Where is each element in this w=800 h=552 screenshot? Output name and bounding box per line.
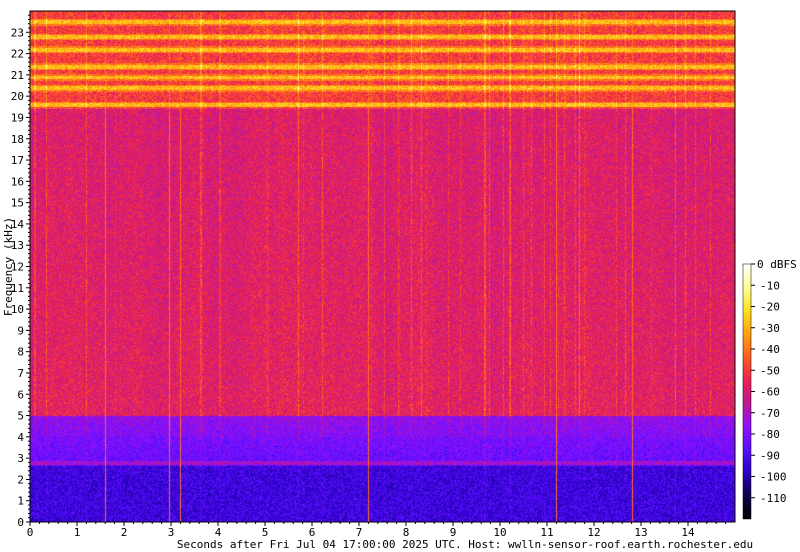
spectrogram-chart: 0 1 2 3 4 5 6 7 8 9 10 11 12 13 14 0123456789101112131… [2, 10, 797, 551]
y-tick-label: 23 [11, 26, 24, 39]
spectrogram-figure: 0 1 2 3 4 5 6 7 8 9 10 11 12 13 14 0 1 2 3 4 5 6 7 8 9 10 11 12 13 1… [0, 0, 800, 552]
colorbar-unit-label: 0 dBFS [757, 258, 797, 271]
x-tick-label: 3 [168, 526, 175, 539]
y-tick-label: 0 [17, 516, 24, 529]
x-axis: 0 1 2 3 4 5 6 7 8 9 10 11 12 13 14 [27, 522, 727, 539]
y-tick-label: 2 [17, 473, 24, 486]
x-tick-label: 2 [121, 526, 128, 539]
y-tick-label: 8 [17, 346, 24, 359]
y-tick-label: 19 [11, 111, 24, 124]
colorbar-tick-label: -10 [760, 279, 780, 292]
y-tick-label: 20 [11, 90, 24, 103]
y-axis-title: Frequency (kHz) [2, 217, 15, 316]
y-tick-label: 18 [11, 133, 24, 146]
colorbar-tick-label: -70 [760, 407, 780, 420]
colorbar-tick-label: -100 [760, 471, 787, 484]
y-tick-label: 7 [17, 367, 24, 380]
spectrogram-image [30, 11, 735, 522]
colorbar-tick-label: -90 [760, 449, 780, 462]
colorbar-gradient [743, 264, 751, 519]
colorbar-tick-label: -30 [760, 322, 780, 335]
x-tick-label: 0 [27, 526, 34, 539]
plot-area [29, 10, 736, 523]
y-tick-label: 6 [17, 388, 24, 401]
colorbar-tick-label: -80 [760, 428, 780, 441]
y-tick-label: 16 [11, 175, 24, 188]
colorbar-tick-label: -50 [760, 364, 780, 377]
y-tick-label: 5 [17, 410, 24, 423]
y-tick-label: 21 [11, 69, 24, 82]
colorbar-tick-label: -110 [760, 492, 787, 505]
colorbar-tick-label: -40 [760, 343, 780, 356]
colorbar-tick-label: -20 [760, 301, 780, 314]
x-tick-label: 1 [74, 526, 81, 539]
y-tick-label: 3 [17, 452, 24, 465]
y-tick-label: 9 [17, 324, 24, 337]
y-tick-label: 17 [11, 154, 24, 167]
colorbar-ticks: -10 -20 -30 -40 -50 -60 -70 -80 -90 -100 -110 [751, 263, 787, 505]
y-tick-label: 1 [17, 495, 24, 508]
y-tick-label: 4 [17, 431, 24, 444]
colorbar-tick-label: -60 [760, 386, 780, 399]
x-axis-title: Seconds after Fri Jul 04 17:00:00 2025 U… [177, 538, 753, 551]
y-tick-label: 15 [11, 197, 24, 210]
y-tick-label: 22 [11, 48, 24, 61]
colorbar: -10 -20 -30 -40 -50 -60 -70 -80 -90 -100 -110 0 dB… [742, 258, 797, 520]
